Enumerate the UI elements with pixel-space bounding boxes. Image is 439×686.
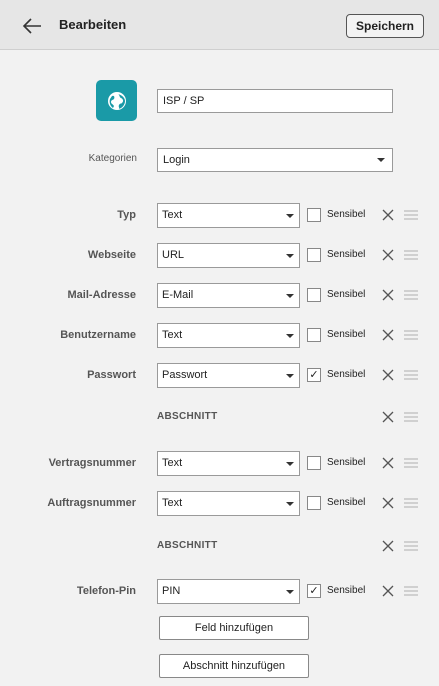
save-button[interactable]: Speichern <box>346 14 424 38</box>
chevron-down-icon <box>286 590 294 594</box>
add-section-button[interactable]: Abschnitt hinzufügen <box>159 654 309 678</box>
back-arrow-icon[interactable] <box>20 15 44 37</box>
field-row: Webseite URL Sensibel <box>0 243 439 269</box>
field-type-value: E-Mail <box>162 289 194 301</box>
section-row: ABSCHNITT <box>0 405 439 431</box>
sensitive-label: Sensibel <box>327 329 366 340</box>
field-type-value: Text <box>162 329 183 341</box>
sensitive-checkbox[interactable] <box>307 208 321 222</box>
chevron-down-icon <box>286 374 294 378</box>
field-type-select[interactable]: URL <box>157 243 300 268</box>
globe-icon <box>107 91 126 110</box>
entry-icon-button[interactable] <box>96 80 137 121</box>
field-type-select[interactable]: Passwort <box>157 363 300 388</box>
field-type-value: PIN <box>162 585 181 597</box>
drag-handle-icon[interactable] <box>404 369 418 381</box>
field-label: Mail-Adresse <box>67 289 136 301</box>
category-select[interactable]: Login <box>157 148 393 172</box>
field-row: Telefon-Pin PIN ✓ Sensibel <box>0 579 439 605</box>
chevron-down-icon <box>286 294 294 298</box>
field-label: Vertragsnummer <box>48 457 136 469</box>
sensitive-checkbox[interactable] <box>307 288 321 302</box>
field-type-select[interactable]: Text <box>157 491 300 516</box>
sensitive-checkbox[interactable] <box>307 456 321 470</box>
category-value: Login <box>163 154 190 166</box>
field-label: Telefon-Pin <box>76 585 136 597</box>
drag-handle-icon[interactable] <box>404 497 418 509</box>
sensitive-label: Sensibel <box>327 209 366 220</box>
entry-name-input[interactable]: ISP / SP <box>157 89 393 113</box>
drag-handle-icon[interactable] <box>404 585 418 597</box>
field-label: Typ <box>117 209 136 221</box>
section-row: ABSCHNITT <box>0 534 439 560</box>
field-label: Webseite <box>87 249 136 261</box>
drag-handle-icon[interactable] <box>404 457 418 469</box>
chevron-down-icon <box>286 334 294 338</box>
field-row: Passwort Passwort ✓ Sensibel <box>0 363 439 389</box>
chevron-down-icon <box>377 158 385 162</box>
close-icon[interactable] <box>381 496 395 510</box>
field-type-value: Text <box>162 497 183 509</box>
chevron-down-icon <box>286 462 294 466</box>
field-row: Auftragsnummer Text Sensibel <box>0 491 439 517</box>
sensitive-label: Sensibel <box>327 369 366 380</box>
field-row: Benutzername Text Sensibel <box>0 323 439 349</box>
drag-handle-icon[interactable] <box>404 249 418 261</box>
close-icon[interactable] <box>381 456 395 470</box>
close-icon[interactable] <box>381 208 395 222</box>
field-type-value: Text <box>162 457 183 469</box>
add-field-button[interactable]: Feld hinzufügen <box>159 616 309 640</box>
close-icon[interactable] <box>381 288 395 302</box>
sensitive-label: Sensibel <box>327 457 366 468</box>
chevron-down-icon <box>286 214 294 218</box>
sensitive-label: Sensibel <box>327 289 366 300</box>
page-title: Bearbeiten <box>59 17 127 32</box>
close-icon[interactable] <box>381 328 395 342</box>
field-type-select[interactable]: Text <box>157 451 300 476</box>
field-row: Vertragsnummer Text Sensibel <box>0 451 439 477</box>
drag-handle-icon[interactable] <box>404 540 418 552</box>
drag-handle-icon[interactable] <box>404 329 418 341</box>
close-icon[interactable] <box>381 584 395 598</box>
sensitive-checkbox-checked[interactable]: ✓ <box>307 584 321 598</box>
field-label: Auftragsnummer <box>47 497 136 509</box>
drag-handle-icon[interactable] <box>404 411 418 423</box>
field-type-select[interactable]: E-Mail <box>157 283 300 308</box>
field-type-value: URL <box>162 249 185 261</box>
section-label: ABSCHNITT <box>157 540 218 551</box>
close-icon[interactable] <box>381 248 395 262</box>
sensitive-label: Sensibel <box>327 249 366 260</box>
sensitive-label: Sensibel <box>327 497 366 508</box>
section-label: ABSCHNITT <box>157 411 218 422</box>
field-type-select[interactable]: Text <box>157 203 300 228</box>
chevron-down-icon <box>286 254 294 258</box>
sensitive-checkbox[interactable] <box>307 248 321 262</box>
sensitive-label: Sensibel <box>327 585 366 596</box>
field-row: Typ Text Sensibel <box>0 203 439 229</box>
close-icon[interactable] <box>381 410 395 424</box>
sensitive-checkbox[interactable] <box>307 496 321 510</box>
top-bar: Bearbeiten Speichern <box>0 0 439 50</box>
close-icon[interactable] <box>381 539 395 553</box>
field-type-value: Text <box>162 209 183 221</box>
field-label: Benutzername <box>60 329 136 341</box>
close-icon[interactable] <box>381 368 395 382</box>
field-type-select[interactable]: Text <box>157 323 300 348</box>
field-row: Mail-Adresse E-Mail Sensibel <box>0 283 439 309</box>
field-type-value: Passwort <box>162 369 208 381</box>
chevron-down-icon <box>286 502 294 506</box>
category-label: Kategorien <box>88 153 137 164</box>
sensitive-checkbox-checked[interactable]: ✓ <box>307 368 321 382</box>
sensitive-checkbox[interactable] <box>307 328 321 342</box>
drag-handle-icon[interactable] <box>404 209 418 221</box>
drag-handle-icon[interactable] <box>404 289 418 301</box>
field-label: Passwort <box>87 369 136 381</box>
field-type-select[interactable]: PIN <box>157 579 300 604</box>
